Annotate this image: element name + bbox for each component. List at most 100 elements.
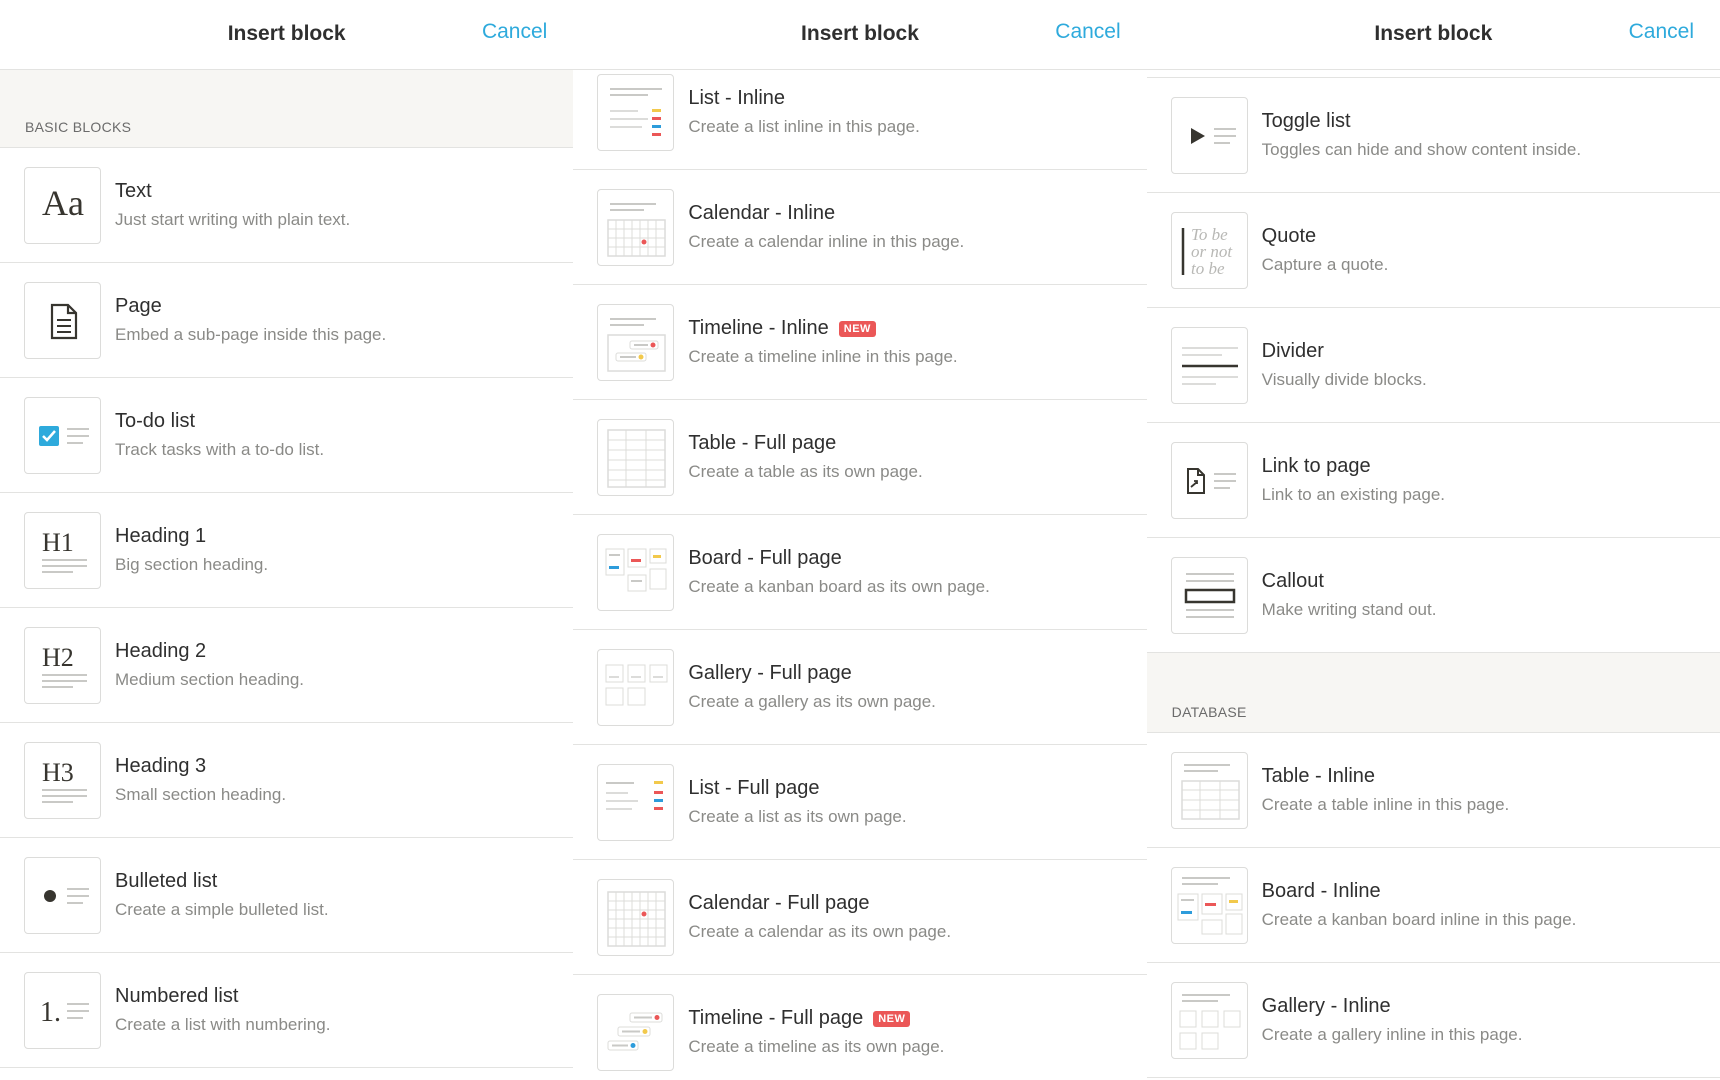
block-description: Create a timeline as its own page. <box>688 1037 945 1056</box>
block-item-numbered-list[interactable]: 1. Numbered list Create a list with numbe… <box>0 953 574 1068</box>
cancel-button[interactable]: Cancel <box>1055 20 1120 44</box>
heading-1-icon: H1 <box>24 511 101 589</box>
block-title: Gallery - Full page <box>688 662 852 684</box>
block-description: Capture a quote. <box>1261 255 1389 274</box>
block-item-table-full-page[interactable]: Table - Full page Create a table as its o… <box>573 400 1147 515</box>
numbered-list-glyph: 1. <box>40 997 61 1028</box>
cancel-button[interactable]: Cancel <box>1629 20 1694 44</box>
table-inline-icon <box>1170 751 1248 829</box>
block-title: Table - Inline <box>1261 765 1376 787</box>
callout-icon <box>1170 556 1248 634</box>
heading-3-glyph: H3 <box>42 758 74 787</box>
block-item-timeline-inline[interactable]: Timeline - Inline NEW Create a timeline in… <box>573 285 1147 400</box>
new-badge: NEW <box>873 1010 911 1027</box>
block-item-table-inline[interactable]: Table - Inline Create a table inline in t… <box>1146 733 1720 848</box>
cancel-button[interactable]: Cancel <box>482 20 547 44</box>
block-title: Timeline - Full page <box>688 1007 864 1029</box>
block-item-list-inline[interactable]: List - Inline Create a list inline in thi… <box>573 55 1147 170</box>
section-label: BASIC BLOCKS <box>25 119 132 135</box>
divider <box>1146 70 1720 78</box>
checkbox-icon <box>24 396 101 474</box>
block-description: Embed a sub-page inside this page. <box>115 325 387 344</box>
block-title: Table - Full page <box>688 432 837 454</box>
block-title: Toggle list <box>1261 110 1351 132</box>
section-header-database: DATABASE <box>1146 653 1720 733</box>
heading-1-glyph: H1 <box>42 528 74 557</box>
block-item-text[interactable]: Aa Text Just start writing with plain tex… <box>0 148 574 263</box>
app: Insert block Cancel BASIC BLOCKS Aa Text… <box>0 0 1720 1080</box>
quote-line-3: to be <box>1191 259 1225 278</box>
block-item-divider[interactable]: Divider Visually divide blocks. <box>1146 308 1720 423</box>
gallery-inline-icon <box>1170 981 1248 1059</box>
block-description: Small section heading. <box>115 785 287 804</box>
block-title: Page <box>115 295 162 317</box>
new-badge: NEW <box>838 320 876 337</box>
block-title: Link to page <box>1261 455 1371 477</box>
block-item-list-full-page[interactable]: List - Full page Create a list as its own… <box>573 745 1147 860</box>
gallery-icon <box>597 648 675 726</box>
block-title: List - Inline <box>688 87 786 109</box>
block-description: Create a table as its own page. <box>688 462 923 481</box>
block-description: Just start writing with plain text. <box>115 210 351 229</box>
block-item-page[interactable]: Page Embed a sub-page inside this page. <box>0 263 574 378</box>
block-description: Create a kanban board as its own page. <box>688 577 990 596</box>
block-title: To-do list <box>115 410 196 432</box>
section-header-basic-blocks: BASIC BLOCKS <box>0 70 574 148</box>
list-icon <box>597 763 675 841</box>
block-description: Create a list with numbering. <box>115 1015 331 1034</box>
block-item-heading-2[interactable]: H2 Heading 2 Medium section heading. <box>0 608 574 723</box>
insert-block-panel-basic: Insert block Cancel BASIC BLOCKS Aa Text… <box>0 0 574 1080</box>
block-description: Toggles can hide and show content inside… <box>1261 140 1582 159</box>
block-item-calendar-full-page[interactable]: Calendar - Full page Create a calendar as… <box>573 860 1147 975</box>
block-item-toggle-list[interactable]: Toggle list Toggles can hide and show con… <box>1146 78 1720 193</box>
block-title: Calendar - Inline <box>688 202 836 224</box>
table-icon <box>597 418 675 496</box>
numbered-list-icon: 1. <box>24 971 101 1049</box>
board-icon <box>597 533 675 611</box>
block-item-board-inline[interactable]: Board - Inline Create a kanban board inli… <box>1146 848 1720 963</box>
insert-block-panel-advanced: Insert block Cancel Toggle list Toggles c… <box>1146 0 1720 1080</box>
block-item-todo-list[interactable]: To-do list Track tasks with a to-do list. <box>0 378 574 493</box>
block-title: Quote <box>1261 225 1317 247</box>
block-description: Create a simple bulleted list. <box>115 900 329 919</box>
block-title: List - Full page <box>688 777 820 799</box>
section-label: DATABASE <box>1171 704 1247 720</box>
panel-header: Insert block Cancel <box>1146 0 1720 70</box>
block-item-link-to-page[interactable]: Link to page Link to an existing page. <box>1146 423 1720 538</box>
block-description: Link to an existing page. <box>1261 485 1446 504</box>
block-item-heading-1[interactable]: H1 Heading 1 Big section heading. <box>0 493 574 608</box>
text-icon: Aa <box>24 166 101 244</box>
calendar-icon <box>597 878 675 956</box>
block-item-gallery-inline[interactable]: Gallery - Inline Create a gallery inline … <box>1146 963 1720 1078</box>
block-item-callout[interactable]: Callout Make writing stand out. <box>1146 538 1720 653</box>
timeline-icon <box>597 993 675 1071</box>
block-item-calendar-inline[interactable]: Calendar - Inline Create a calendar inlin… <box>573 170 1147 285</box>
block-item-timeline-full-page[interactable]: Timeline - Full page NEW Create a timeline… <box>573 975 1146 1080</box>
block-description: Medium section heading. <box>115 670 305 689</box>
block-title: Heading 2 <box>115 640 207 662</box>
block-description: Make writing stand out. <box>1261 600 1437 619</box>
block-title: Bulleted list <box>115 870 218 892</box>
heading-3-icon: H3 <box>24 741 101 819</box>
block-title: Timeline - Inline <box>688 317 829 339</box>
block-description: Create a timeline inline in this page. <box>688 347 958 366</box>
block-description: Create a calendar as its own page. <box>688 922 952 941</box>
block-description: Create a list inline in this page. <box>688 117 920 136</box>
block-title: Numbered list <box>115 985 239 1007</box>
block-item-gallery-full-page[interactable]: Gallery - Full page Create a gallery as i… <box>573 630 1147 745</box>
block-item-heading-3[interactable]: H3 Heading 3 Small section heading. <box>0 723 574 838</box>
block-description: Create a list as its own page. <box>688 807 907 826</box>
block-title: Board - Inline <box>1261 880 1381 902</box>
block-title: Calendar - Full page <box>688 892 870 914</box>
block-title: Divider <box>1261 340 1324 362</box>
block-item-quote[interactable]: To be or not to be Quote Capture a quote. <box>1146 193 1720 308</box>
heading-2-icon: H2 <box>24 626 101 704</box>
block-item-board-full-page[interactable]: Board - Full page Create a kanban board a… <box>573 515 1147 630</box>
block-description: Visually divide blocks. <box>1261 370 1427 389</box>
block-description: Track tasks with a to-do list. <box>115 440 325 459</box>
block-description: Create a gallery as its own page. <box>688 692 936 711</box>
block-description: Create a calendar inline in this page. <box>688 232 965 251</box>
block-item-bulleted-list[interactable]: Bulleted list Create a simple bulleted li… <box>0 838 574 953</box>
bullet-icon <box>24 856 101 934</box>
block-title: Heading 1 <box>115 525 207 547</box>
